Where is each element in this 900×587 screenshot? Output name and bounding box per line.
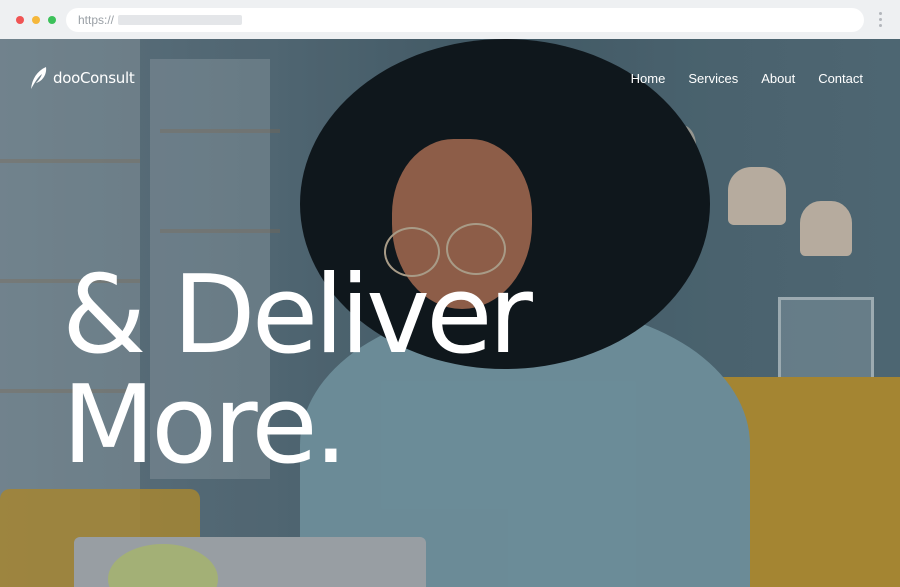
address-bar[interactable]: https:// <box>66 8 864 32</box>
nav-link-about[interactable]: About <box>761 71 795 86</box>
hero-section: dooConsult Home Services About Contact &… <box>0 39 900 587</box>
nav-link-contact[interactable]: Contact <box>818 71 863 86</box>
brand-name: dooConsult <box>53 69 135 87</box>
maximize-window-button[interactable] <box>48 16 56 24</box>
hero-headline-line-2: More. <box>62 363 348 488</box>
close-window-button[interactable] <box>16 16 24 24</box>
nav-link-home[interactable]: Home <box>631 71 666 86</box>
browser-menu-icon[interactable] <box>876 12 884 30</box>
nav-link-services[interactable]: Services <box>688 71 738 86</box>
brand-logo[interactable]: dooConsult <box>28 64 135 92</box>
url-scheme: https:// <box>78 13 115 27</box>
browser-chrome: https:// <box>0 0 900 39</box>
quill-logo-icon <box>31 67 47 89</box>
hero-headline: & Deliver More. <box>62 253 533 488</box>
main-nav: Home Services About Contact <box>608 71 863 86</box>
hero-headline-line-1: & Deliver <box>62 253 533 378</box>
minimize-window-button[interactable] <box>32 16 40 24</box>
url-redacted <box>118 15 242 25</box>
